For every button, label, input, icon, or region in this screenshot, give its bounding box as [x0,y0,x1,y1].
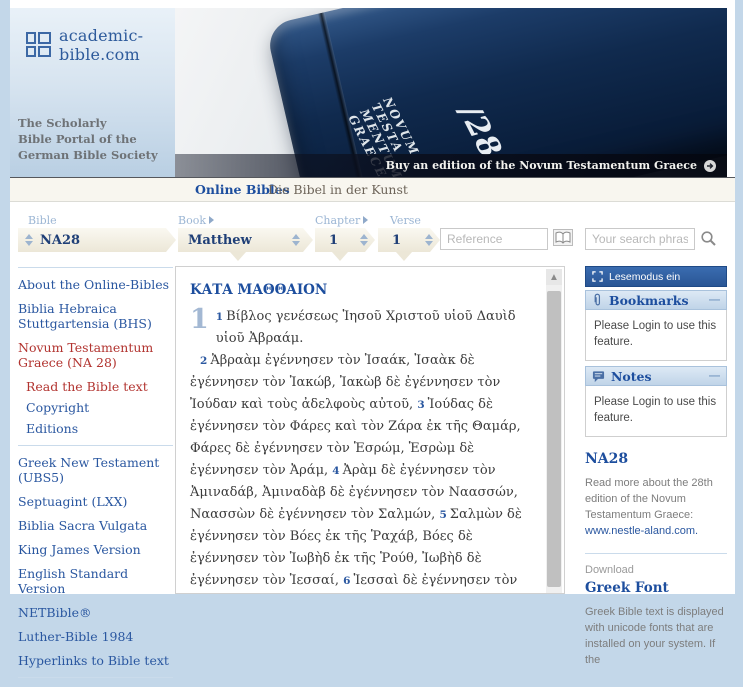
verse-number[interactable]: 6 [343,575,350,587]
chapter-number: 1 [190,304,209,335]
sidebar-item[interactable]: Read the Bible text [26,379,173,394]
chapter-label: Chapter [315,214,369,227]
paperclip-icon [594,293,601,306]
verse-select-pointer [396,252,412,261]
search-input[interactable] [585,228,695,250]
book-select-pointer [230,252,246,261]
lesemodus-button[interactable]: Lesemodus ein [585,266,727,287]
verse-text: Βίβλος γενέσεως Ἰησοῦ Χριστοῦ υἱοῦ Δαυὶδ… [215,309,516,346]
collapse-icon[interactable]: — [709,294,720,306]
sidebar-item[interactable]: Editions [26,421,173,436]
book-select[interactable]: Matthew [178,228,313,252]
notes-panel: Notes — Please Login to use this feature… [585,366,727,437]
sidebar-item[interactable]: Biblia Sacra Vulgata [18,518,173,533]
na28-heading: NA28 [585,451,629,467]
content-scrollbar[interactable]: ▲ [546,269,562,593]
sidebar-item[interactable]: Novum Testamentum Graece (NA 28) [18,340,173,370]
bookmarks-body: Please Login to use this feature. [585,310,727,361]
book-title-greek: ΚΑΤΑ ΜΑΘΘΑΙΟΝ [190,282,328,298]
divider [18,677,173,678]
bookmarks-header[interactable]: Bookmarks — [585,290,727,310]
buy-edition-bar[interactable]: Buy an edition of the Novum Testamentum … [175,154,727,177]
scrollbar-thumb[interactable] [547,291,561,587]
lesemodus-label: Lesemodus ein [609,270,681,283]
sidebar-item[interactable]: Biblia Hebraica Stuttgartensia (BHS) [18,301,173,331]
page: academic-bible.com The Scholarly Bible P… [0,0,743,678]
sidebar-item[interactable]: King James Version [18,542,173,557]
bookmarks-panel: Bookmarks — Please Login to use this fea… [585,290,727,361]
sidebar-item[interactable]: Septuagint (LXX) [18,494,173,509]
divider [18,267,173,268]
verse-select[interactable]: 1 [378,228,440,252]
na28-book-image: NOVUM TESTA MENTUM GRAECE /28 [265,8,727,177]
site-name[interactable]: academic-bible.com [59,26,175,64]
sort-arrows-icon[interactable] [360,234,368,246]
bible-label: Bible [28,214,57,227]
bible-select[interactable]: NA28 [18,228,176,252]
main-nav-tabs: Online Bibles Die Bibel in der Kunst [10,177,735,204]
expand-icon [592,271,603,282]
notes-title: Notes [611,368,652,384]
verse-number[interactable]: 4 [332,465,339,477]
bible-versions-sidebar: About the Online-Bibles Biblia Hebraica S… [18,258,173,687]
sidebar-item[interactable]: Copyright [26,400,173,415]
sidebar-item[interactable]: English Standard Version [18,566,173,596]
site-logo[interactable]: academic-bible.com [26,26,175,64]
verse-number[interactable]: 3 [417,399,424,411]
sidebar-item[interactable]: Luther-Bible 1984 [18,629,173,644]
verse-number[interactable]: 1 [216,311,223,323]
sidebar-item[interactable]: About the Online-Bibles [18,277,173,292]
nestle-aland-link[interactable]: www.nestle-aland.com. [585,525,698,537]
tools-sidebar: Lesemodus ein Bookmarks — Please Login t… [585,266,727,668]
book-label: Book [178,214,214,227]
collapse-icon[interactable]: — [709,370,720,382]
content-canvas: academic-bible.com The Scholarly Bible P… [10,0,735,678]
window-panes-icon [26,31,51,59]
bible-selector-bar: Bible Book Chapter Verse NA28 Matthew 1 … [10,202,735,266]
speech-bubble-icon [592,370,605,382]
chevron-right-icon [363,216,369,224]
divider [18,445,173,446]
scroll-up-arrow[interactable]: ▲ [546,269,562,285]
sort-arrows-icon[interactable] [25,234,33,246]
header-logo-area: academic-bible.com The Scholarly Bible P… [10,8,175,177]
sidebar-item[interactable]: Greek New Testament (UBS5) [18,455,173,485]
download-label: Download [585,564,634,576]
chapter-select-pointer [332,252,348,261]
site-tagline: The Scholarly Bible Portal of the German… [18,116,158,162]
greek-bible-text: ΚΑΤΑ ΜΑΘΘΑΙΟΝ 1 1 Βίβλος γενέσεως Ἰησοῦ Χρ… [190,279,538,593]
open-book-icon[interactable] [553,229,573,250]
divider [585,553,727,554]
arrow-circle-icon[interactable] [703,159,717,173]
chapter-select[interactable]: 1 [315,228,375,252]
header-banner-photo: NOVUM TESTA MENTUM GRAECE /28 Buy an edi… [175,8,727,177]
bookmarks-title: Bookmarks [609,292,689,308]
sidebar-item[interactable]: NETBible® [18,605,173,620]
notes-body: Please Login to use this feature. [585,386,727,437]
notes-header[interactable]: Notes — [585,366,727,386]
sort-arrows-icon[interactable] [292,234,300,246]
greek-font-description: Greek Bible text is displayed with unico… [585,606,724,666]
tab-bibel-in-der-kunst[interactable]: Die Bibel in der Kunst [268,178,408,202]
bible-text-panel: ΚΑΤΑ ΜΑΘΘΑΙΟΝ 1 1 Βίβλος γενέσεως Ἰησοῦ Χρ… [175,266,565,594]
search-icon[interactable] [700,230,717,251]
buy-edition-link[interactable]: Buy an edition of the Novum Testamentum … [386,159,697,172]
verse-number[interactable]: 5 [439,509,446,521]
na28-description: Read more about the 28th edition of the … [585,477,713,537]
sort-arrows-icon[interactable] [425,234,433,246]
reference-input[interactable] [440,228,548,250]
verse-number[interactable]: 2 [200,355,207,367]
chevron-right-icon [209,216,214,224]
verse-label: Verse [390,214,421,227]
sidebar-item[interactable]: Hyperlinks to Bible text [18,653,173,668]
